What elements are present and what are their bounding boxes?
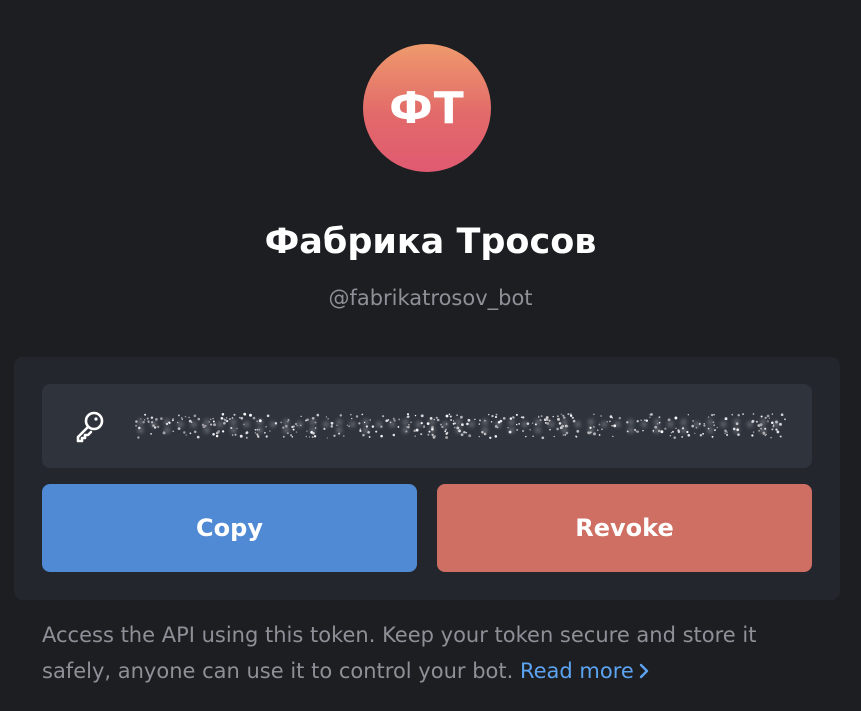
bot-username: @fabrikatrosov_bot <box>328 286 533 310</box>
bot-avatar: ФТ <box>363 44 491 172</box>
chevron-right-icon <box>639 663 649 679</box>
revoke-button[interactable]: Revoke <box>437 484 812 572</box>
token-description: Access the API using this token. Keep yo… <box>42 617 832 689</box>
avatar-initials: ФТ <box>389 82 465 134</box>
key-icon <box>76 411 104 443</box>
bot-name: Фабрика Тросов <box>264 222 597 262</box>
token-card: :·:··:·:·:·:·:·:·:··:·:·:·:·:·:·:·:··:·:… <box>14 357 840 600</box>
read-more-link[interactable]: Read more <box>520 659 650 683</box>
copy-button[interactable]: Copy <box>42 484 417 572</box>
token-obfuscation-noise <box>135 412 786 440</box>
token-field[interactable]: :·:··:·:·:·:·:·:·:··:·:·:·:·:·:·:·:··:·:… <box>42 384 812 468</box>
read-more-label: Read more <box>519 659 634 683</box>
